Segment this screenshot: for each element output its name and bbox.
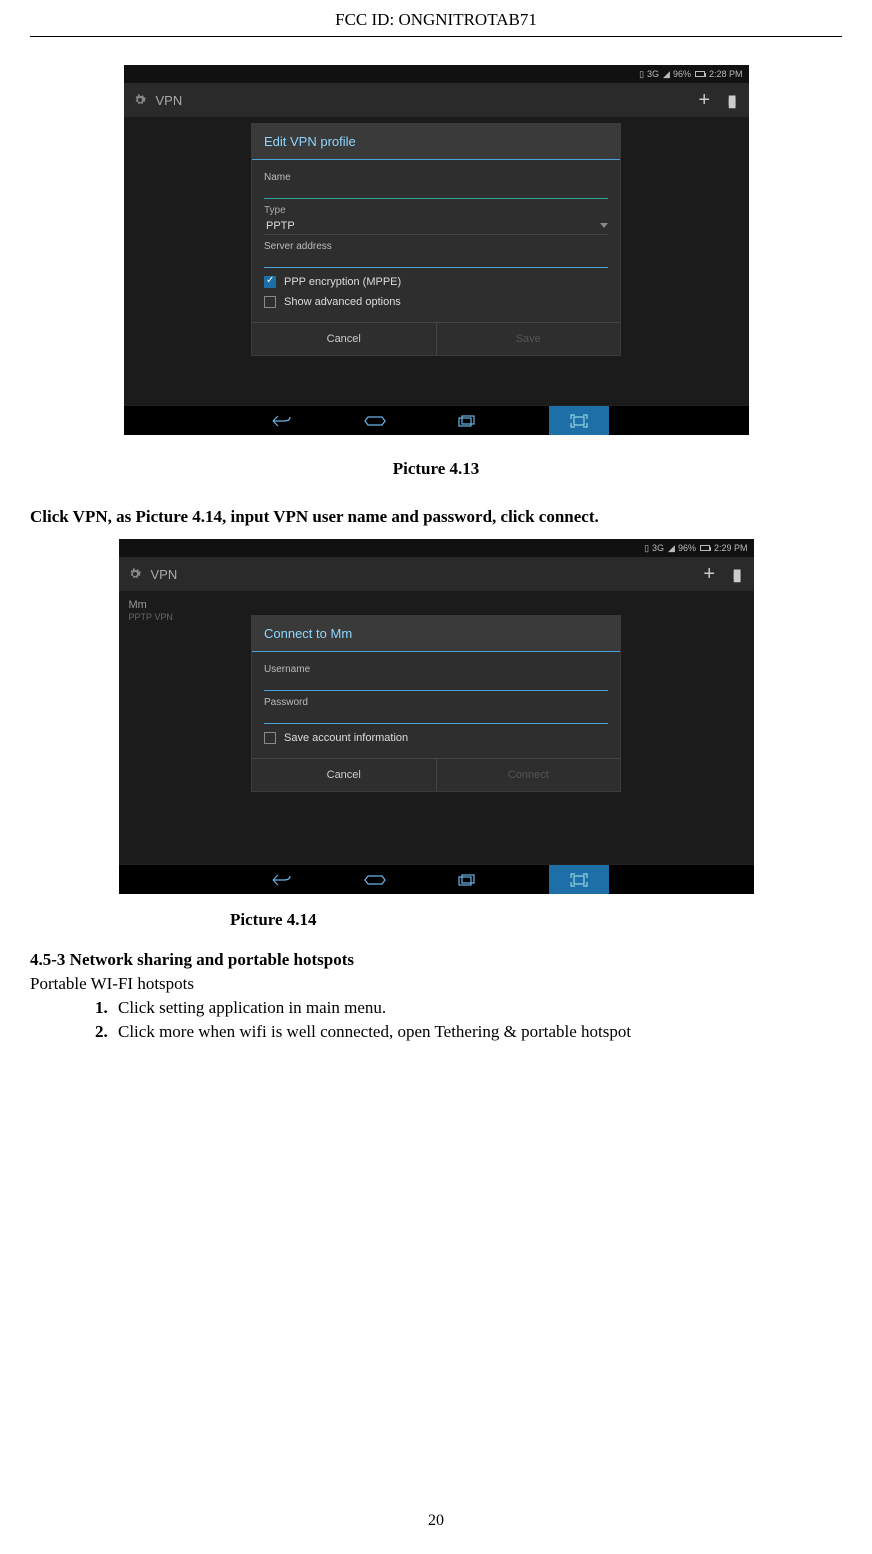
back-icon[interactable] <box>263 874 303 886</box>
server-label: Server address <box>264 241 608 252</box>
add-icon[interactable]: + <box>703 564 715 584</box>
screenshot-vpn-connect: ▯ 3G ◢ 96% 2:29 PM VPN + ■■■ Mm PPTP VPN <box>119 539 754 894</box>
back-icon[interactable] <box>263 415 303 427</box>
recents-icon[interactable] <box>447 415 487 427</box>
home-icon[interactable] <box>355 415 395 427</box>
advanced-options-checkbox[interactable]: Show advanced options <box>264 296 608 308</box>
app-bar: VPN + ■■■ <box>119 557 754 591</box>
nav-bar <box>124 405 749 435</box>
advanced-label: Show advanced options <box>284 296 401 308</box>
page-header: FCC ID: ONGNITROTAB71 <box>30 0 842 37</box>
battery-pct: 96% <box>678 543 696 553</box>
name-label: Name <box>264 172 608 183</box>
checkbox-checked-icon <box>264 276 276 288</box>
picture-caption-2: Picture 4.14 <box>30 910 842 930</box>
connect-button[interactable]: Connect <box>436 759 621 791</box>
save-account-checkbox[interactable]: Save account information <box>264 732 608 744</box>
status-bar: ▯ 3G ◢ 96% 2:29 PM <box>119 539 754 557</box>
server-field[interactable] <box>264 252 608 268</box>
fcc-label: FCC ID: <box>335 10 394 29</box>
connect-vpn-dialog: Connect to Mm Username Password Save acc… <box>251 615 621 792</box>
overflow-icon[interactable]: ■■■ <box>728 96 736 105</box>
type-select[interactable]: PPTP <box>264 216 608 235</box>
appbar-title: VPN <box>151 567 178 582</box>
dialog-title: Connect to Mm <box>252 616 620 652</box>
battery-icon <box>695 71 705 77</box>
appbar-title: VPN <box>156 93 183 108</box>
gear-icon[interactable] <box>132 92 148 108</box>
save-button[interactable]: Save <box>436 323 621 355</box>
net-type: 3G <box>652 543 664 553</box>
ppp-label: PPP encryption (MPPE) <box>284 276 401 288</box>
ppp-encryption-checkbox[interactable]: PPP encryption (MPPE) <box>264 276 608 288</box>
name-field[interactable] <box>264 183 608 199</box>
net-type: 3G <box>647 69 659 79</box>
dialog-title: Edit VPN profile <box>252 124 620 160</box>
save-account-label: Save account information <box>284 732 408 744</box>
steps-list: Click setting application in main menu. … <box>30 998 842 1042</box>
instruction-text: Click VPN, as Picture 4.14, input VPN us… <box>30 507 842 527</box>
password-label: Password <box>264 697 608 708</box>
password-field[interactable] <box>264 708 608 724</box>
checkbox-icon <box>264 296 276 308</box>
subheading: Portable WI-FI hotspots <box>30 974 842 994</box>
recents-icon[interactable] <box>447 874 487 886</box>
signal-icon: ◢ <box>668 543 674 554</box>
app-bar: VPN + ■■■ <box>124 83 749 117</box>
edit-vpn-dialog: Edit VPN profile Name Type PPTP Server a… <box>251 123 621 356</box>
cancel-button[interactable]: Cancel <box>252 323 436 355</box>
battery-icon <box>700 545 710 551</box>
username-label: Username <box>264 664 608 675</box>
username-field[interactable] <box>264 675 608 691</box>
status-bar: ▯ 3G ◢ 96% 2:28 PM <box>124 65 749 83</box>
clock: 2:28 PM <box>709 69 743 79</box>
picture-caption-1: Picture 4.13 <box>30 459 842 479</box>
screenshot-vpn-edit: ▯ 3G ◢ 96% 2:28 PM VPN + ■■■ Edit VPN pr… <box>124 65 749 435</box>
gear-icon[interactable] <box>127 566 143 582</box>
screenshot-button[interactable] <box>549 865 609 895</box>
nav-bar <box>119 864 754 894</box>
screenshot-button[interactable] <box>549 406 609 436</box>
section-heading: 4.5-3 Network sharing and portable hotsp… <box>30 950 842 970</box>
battery-pct: 96% <box>673 69 691 79</box>
cancel-button[interactable]: Cancel <box>252 759 436 791</box>
chevron-down-icon <box>600 223 608 228</box>
network-icon: ▯ <box>644 543 648 554</box>
home-icon[interactable] <box>355 874 395 886</box>
vpn-name: Mm <box>129 599 744 612</box>
type-label: Type <box>264 205 608 216</box>
add-icon[interactable]: + <box>698 90 710 110</box>
network-icon: ▯ <box>639 69 643 80</box>
step-1: Click setting application in main menu. <box>112 998 842 1018</box>
step-2: Click more when wifi is well connected, … <box>112 1022 842 1042</box>
clock: 2:29 PM <box>714 543 748 553</box>
checkbox-icon <box>264 732 276 744</box>
page-number: 20 <box>0 1512 872 1530</box>
type-value: PPTP <box>264 218 295 232</box>
signal-icon: ◢ <box>663 69 669 80</box>
overflow-icon[interactable]: ■■■ <box>733 570 741 579</box>
fcc-id: ONGNITROTAB71 <box>398 10 536 29</box>
